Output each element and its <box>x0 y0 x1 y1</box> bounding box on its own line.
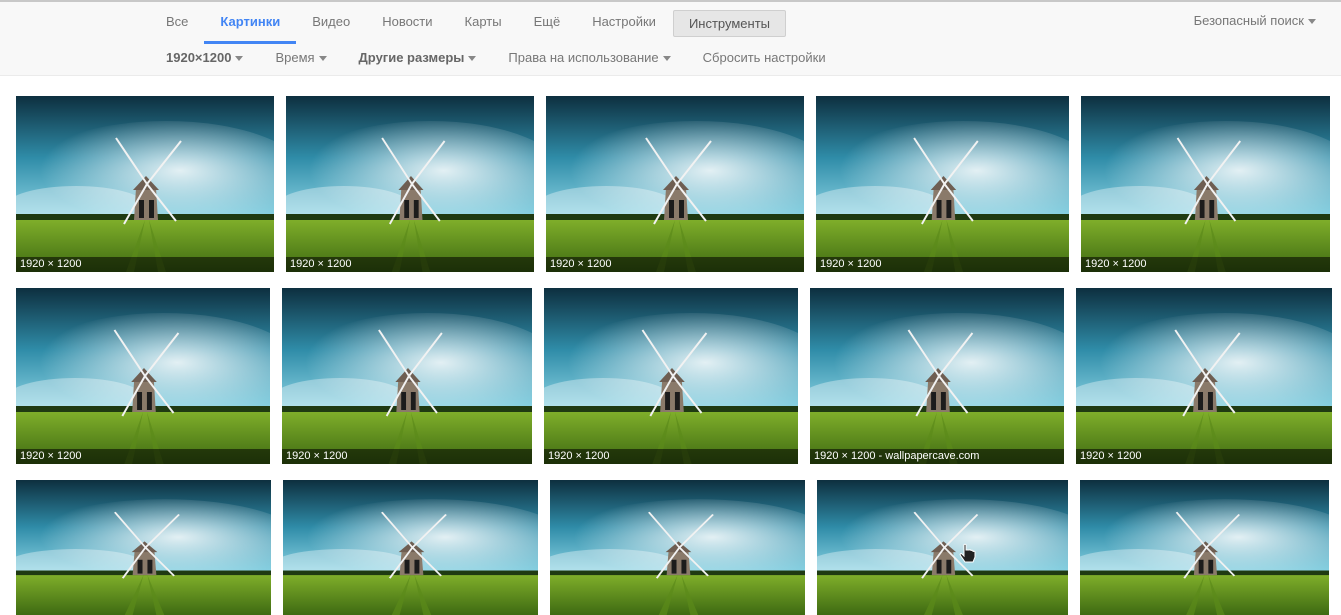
dropdown-arrow-icon <box>468 56 477 62</box>
dropdown-arrow-icon <box>662 56 671 62</box>
windmill-thumbnail-icon <box>546 96 804 272</box>
image-result[interactable]: 1920 × 1200 <box>16 96 274 272</box>
filter-label: Время <box>275 50 315 65</box>
image-result[interactable]: 1920 × 1200 <box>546 96 804 272</box>
windmill-thumbnail-icon <box>16 480 271 615</box>
windmill-thumbnail-icon <box>282 288 532 464</box>
windmill-thumbnail-icon <box>1076 288 1332 464</box>
image-size-caption: 1920 × 1200 <box>544 449 798 464</box>
image-result[interactable]: 1920 × 1200 - wallpapercave.com <box>810 288 1064 464</box>
image-size-caption: 1920 × 1200 <box>282 449 532 464</box>
reset-filters-link[interactable]: Сбросить настройки <box>703 50 826 65</box>
dropdown-arrow-icon <box>318 56 327 62</box>
windmill-thumbnail-icon <box>1080 480 1329 615</box>
image-result[interactable]: 1920 × 1200 <box>816 96 1069 272</box>
image-result[interactable]: 1920 × 1200 <box>1081 96 1330 272</box>
tab-more[interactable]: Ещё <box>534 2 561 44</box>
image-size-caption: 1920 × 1200 <box>1081 257 1330 272</box>
filter-other-sizes[interactable]: Другие размеры <box>359 50 477 65</box>
image-result[interactable] <box>283 480 538 615</box>
image-result[interactable] <box>817 480 1068 615</box>
windmill-thumbnail-icon <box>16 96 274 272</box>
search-tabs: Все Картинки Видео Новости Карты Ещё Нас… <box>166 2 818 44</box>
filter-label: Права на использование <box>508 50 659 65</box>
search-toolbar: Все Картинки Видео Новости Карты Ещё Нас… <box>0 0 1341 76</box>
windmill-thumbnail-icon <box>1081 96 1330 272</box>
safe-search-dropdown[interactable]: Безопасный поиск <box>1194 13 1316 28</box>
dropdown-arrow-icon <box>235 56 244 62</box>
tab-video[interactable]: Видео <box>312 2 350 44</box>
windmill-thumbnail-icon <box>16 288 270 464</box>
filter-usage-rights[interactable]: Права на использование <box>508 50 671 65</box>
image-result[interactable]: 1920 × 1200 <box>544 288 798 464</box>
windmill-thumbnail-icon <box>817 480 1068 615</box>
windmill-thumbnail-icon <box>544 288 798 464</box>
safe-search-label: Безопасный поиск <box>1193 13 1304 28</box>
tab-settings[interactable]: Настройки <box>592 2 656 44</box>
image-size-caption: 1920 × 1200 <box>16 257 274 272</box>
windmill-thumbnail-icon <box>286 96 534 272</box>
filter-label: Другие размеры <box>358 50 465 65</box>
image-result[interactable] <box>550 480 805 615</box>
image-size-caption: 1920 × 1200 <box>1076 449 1332 464</box>
windmill-thumbnail-icon <box>810 288 1064 464</box>
windmill-thumbnail-icon <box>816 96 1069 272</box>
image-size-caption: 1920 × 1200 <box>286 257 534 272</box>
tools-button[interactable]: Инструменты <box>672 9 786 37</box>
image-result[interactable]: 1920 × 1200 <box>1076 288 1332 464</box>
image-result[interactable]: 1920 × 1200 <box>282 288 532 464</box>
image-result[interactable]: 1920 × 1200 <box>16 288 270 464</box>
tab-images[interactable]: Картинки <box>204 2 296 44</box>
filter-label: 1920×1200 <box>166 50 232 65</box>
filter-time[interactable]: Время <box>275 50 327 65</box>
windmill-thumbnail-icon <box>550 480 805 615</box>
filter-size-exact[interactable]: 1920×1200 <box>166 50 244 65</box>
image-result[interactable]: 1920 × 1200 <box>286 96 534 272</box>
image-size-caption: 1920 × 1200 - wallpapercave.com <box>810 449 1064 464</box>
image-size-caption: 1920 × 1200 <box>546 257 804 272</box>
dropdown-arrow-icon <box>1308 19 1316 25</box>
tab-news[interactable]: Новости <box>382 2 432 44</box>
windmill-thumbnail-icon <box>283 480 538 615</box>
image-result[interactable] <box>1080 480 1329 615</box>
search-filters: 1920×1200 Время Другие размеры Права на … <box>166 50 858 65</box>
image-result[interactable] <box>16 480 271 615</box>
tab-all[interactable]: Все <box>166 2 188 44</box>
tab-maps[interactable]: Карты <box>465 2 502 44</box>
image-size-caption: 1920 × 1200 <box>16 449 270 464</box>
image-size-caption: 1920 × 1200 <box>816 257 1069 272</box>
